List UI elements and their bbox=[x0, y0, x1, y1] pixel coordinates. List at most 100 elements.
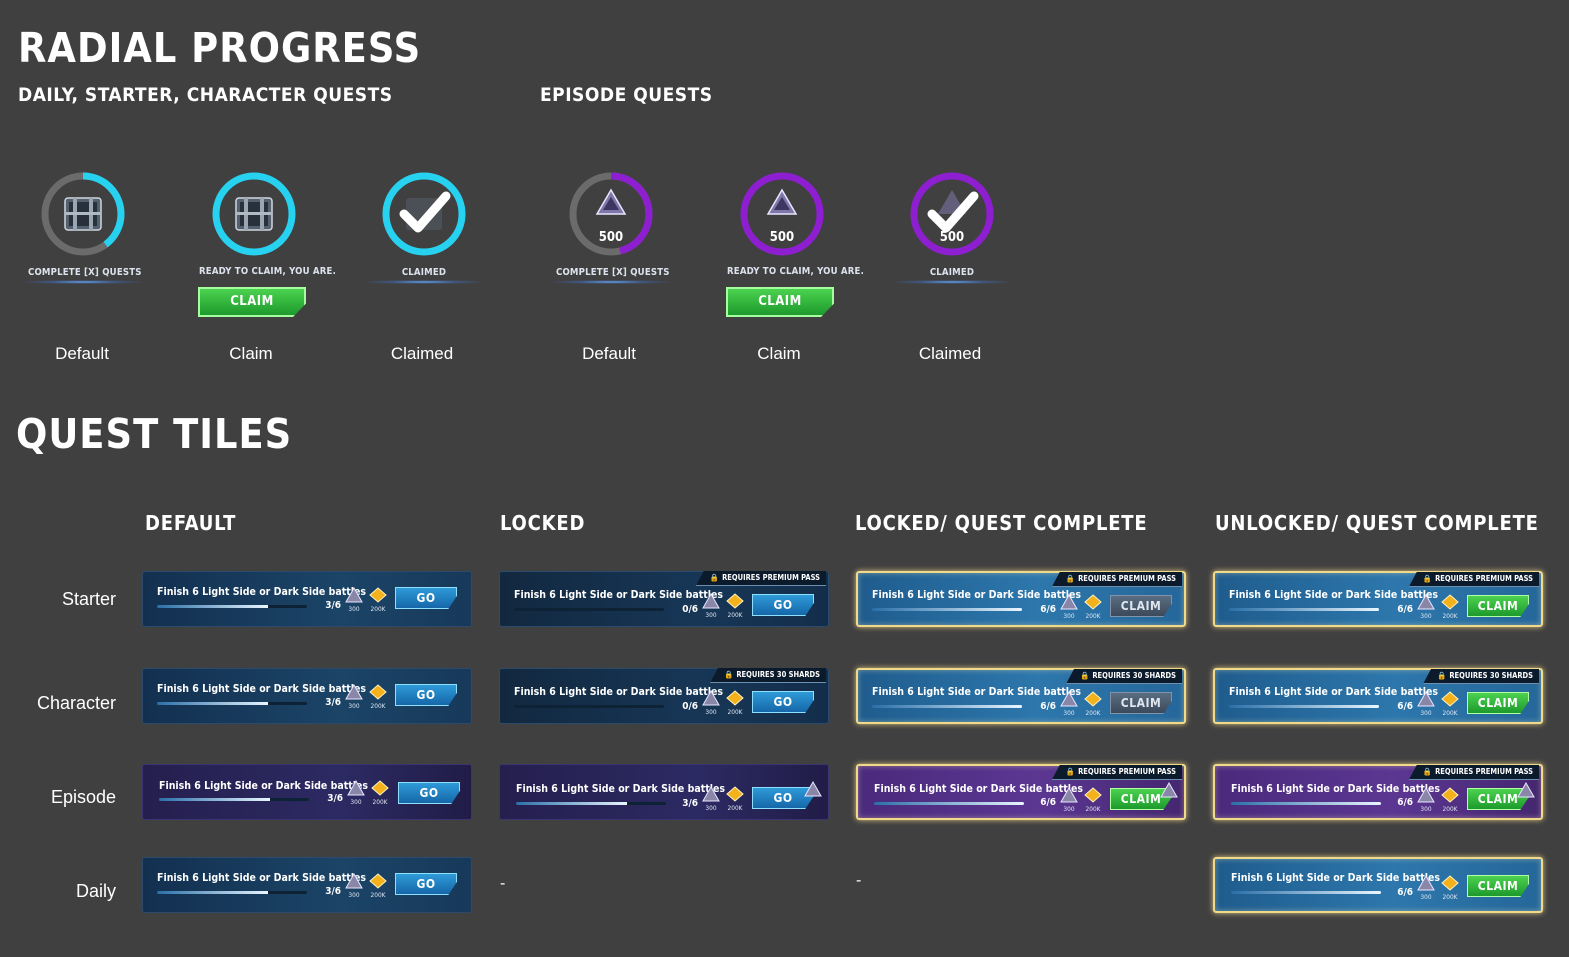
go-button[interactable]: GO bbox=[752, 594, 814, 616]
radial-left-subtitle: DAILY, STARTER, CHARACTER QUESTS bbox=[18, 84, 393, 106]
lock-icon: 🔒 bbox=[723, 670, 734, 679]
lock-icon: 🔒 bbox=[1422, 767, 1433, 776]
quest-text: Finish 6 Light Side or Dark Side battles bbox=[1231, 783, 1441, 795]
triangle-shard-icon bbox=[1060, 786, 1078, 803]
quest-text: Finish 6 Light Side or Dark Side battles bbox=[514, 589, 724, 601]
progress-bar bbox=[1229, 705, 1379, 708]
progress-count: 3/6 bbox=[325, 697, 341, 708]
column-header-unlocked-complete: UNLOCKED/ QUEST COMPLETE bbox=[1215, 511, 1539, 535]
lock-icon: 🔒 bbox=[1422, 574, 1433, 583]
loot-crate-icon bbox=[64, 197, 102, 231]
column-header-locked: LOCKED bbox=[500, 511, 586, 535]
quest-text: Finish 6 Light Side or Dark Side battles bbox=[157, 586, 367, 598]
shard-reward: 300 bbox=[1060, 786, 1078, 817]
credit-icon bbox=[369, 684, 387, 700]
claim-button[interactable]: CLAIM bbox=[1467, 875, 1529, 897]
triangle-shard-icon bbox=[347, 779, 365, 796]
requires-premium-tab: 🔒 REQUIRES PREMIUM PASS bbox=[695, 571, 826, 586]
radial-default-purple: 500 COMPLETE [X] QUESTS bbox=[551, 170, 671, 300]
credit-icon bbox=[1441, 787, 1459, 803]
triangle-shard-icon bbox=[702, 689, 720, 706]
triangle-shard-icon bbox=[345, 586, 363, 603]
go-button[interactable]: GO bbox=[395, 587, 457, 609]
credit-reward: 200K bbox=[726, 786, 744, 816]
triangle-shard-icon bbox=[1517, 782, 1535, 798]
progress-bar bbox=[157, 891, 307, 894]
quest-tile-episode-unlocked-complete[interactable]: 🔒 REQUIRES PREMIUM PASS Finish 6 Light Si… bbox=[1213, 764, 1543, 820]
progress-count: 6/6 bbox=[1040, 604, 1056, 615]
shard-reward: 300 bbox=[1417, 786, 1435, 817]
loot-crate-icon bbox=[235, 197, 273, 231]
quest-tile-starter-unlocked-complete[interactable]: 🔒 REQUIRES PREMIUM PASS Finish 6 Light Si… bbox=[1213, 571, 1543, 627]
quest-tile-starter-locked[interactable]: 🔒 REQUIRES PREMIUM PASS Finish 6 Light Si… bbox=[499, 571, 829, 627]
credit-reward: 200K bbox=[1441, 691, 1459, 721]
requires-premium-tab: 🔒 REQUIRES PREMIUM PASS bbox=[1408, 572, 1539, 587]
requires-shards-tab: 🔒 REQUIRES 30 SHARDS bbox=[1065, 669, 1182, 684]
progress-bar bbox=[1229, 608, 1379, 611]
claim-button[interactable]: CLAIM bbox=[726, 287, 834, 317]
progress-count: 6/6 bbox=[1397, 887, 1413, 898]
progress-ring bbox=[212, 172, 296, 256]
claim-button-disabled[interactable]: CLAIM bbox=[1110, 692, 1172, 714]
radial-caption: Claim bbox=[757, 344, 801, 363]
quest-text: Finish 6 Light Side or Dark Side battles bbox=[157, 683, 367, 695]
credit-reward: 200K bbox=[1084, 787, 1102, 817]
credit-icon bbox=[726, 786, 744, 802]
quest-text: Finish 6 Light Side or Dark Side battles bbox=[157, 872, 367, 884]
go-button[interactable]: GO bbox=[752, 691, 814, 713]
credit-reward: 200K bbox=[371, 780, 389, 810]
quest-tile-starter-default[interactable]: Finish 6 Light Side or Dark Side battles… bbox=[142, 571, 472, 627]
radial-right-subtitle: EPISODE QUESTS bbox=[540, 84, 713, 106]
quest-tile-character-default[interactable]: Finish 6 Light Side or Dark Side battles… bbox=[142, 668, 472, 724]
claim-button[interactable]: CLAIM bbox=[198, 287, 306, 317]
credit-reward: 200K bbox=[1441, 594, 1459, 624]
radial-caption: Claimed bbox=[390, 344, 454, 363]
triangle-shard-icon bbox=[1160, 782, 1178, 798]
go-button[interactable]: GO bbox=[395, 873, 457, 895]
progress-count: 6/6 bbox=[1397, 604, 1413, 615]
progress-ring bbox=[41, 172, 125, 256]
quest-tile-starter-locked-complete[interactable]: 🔒 REQUIRES PREMIUM PASS Finish 6 Light Si… bbox=[856, 571, 1186, 627]
progress-count: 6/6 bbox=[1040, 701, 1056, 712]
progress-bar bbox=[1231, 802, 1381, 805]
quest-tile-episode-locked[interactable]: Finish 6 Light Side or Dark Side battles… bbox=[499, 764, 829, 820]
progress-count: 0/6 bbox=[682, 701, 698, 712]
radial-label: CLAIMED bbox=[929, 267, 975, 278]
quest-tile-daily-default[interactable]: Finish 6 Light Side or Dark Side battles… bbox=[142, 857, 472, 913]
credit-icon bbox=[1441, 594, 1459, 610]
triangle-shard-icon bbox=[345, 872, 363, 889]
go-button[interactable]: GO bbox=[398, 782, 460, 804]
credit-reward: 200K bbox=[1084, 691, 1102, 721]
triangle-shard-icon bbox=[702, 785, 720, 802]
radial-label: READY TO CLAIM, YOU ARE. bbox=[199, 266, 337, 277]
triangle-shard-icon bbox=[345, 683, 363, 700]
progress-count: 3/6 bbox=[325, 600, 341, 611]
triangle-shard-icon bbox=[1417, 786, 1435, 803]
credit-reward: 200K bbox=[1441, 787, 1459, 817]
shard-reward: 300 bbox=[345, 586, 363, 617]
quest-text: Finish 6 Light Side or Dark Side battles bbox=[1231, 872, 1441, 884]
go-button[interactable]: GO bbox=[395, 684, 457, 706]
triangle-shard-icon bbox=[1417, 874, 1435, 891]
progress-bar bbox=[1231, 891, 1381, 894]
triangle-shard-icon bbox=[804, 781, 822, 797]
claim-button-disabled[interactable]: CLAIM bbox=[1110, 595, 1172, 617]
quest-tile-character-locked-complete[interactable]: 🔒 REQUIRES 30 SHARDS Finish 6 Light Side … bbox=[856, 668, 1186, 724]
radial-progress-title: RADIAL PROGRESS bbox=[18, 24, 422, 72]
quest-tile-episode-locked-complete[interactable]: 🔒 REQUIRES PREMIUM PASS Finish 6 Light Si… bbox=[856, 764, 1186, 820]
quest-tile-character-unlocked-complete[interactable]: 🔒 REQUIRES 30 SHARDS Finish 6 Light Side … bbox=[1213, 668, 1543, 724]
quest-tile-episode-default[interactable]: Finish 6 Light Side or Dark Side battles… bbox=[142, 764, 472, 820]
claim-button[interactable]: CLAIM bbox=[1467, 595, 1529, 617]
quest-tile-daily-unlocked-complete[interactable]: Finish 6 Light Side or Dark Side battles… bbox=[1213, 857, 1543, 913]
glow-divider bbox=[551, 280, 671, 284]
lock-icon: 🔒 bbox=[1079, 671, 1090, 680]
quest-tile-character-locked[interactable]: 🔒 REQUIRES 30 SHARDS Finish 6 Light Side … bbox=[499, 668, 829, 724]
radial-claim-purple: 500 READY TO CLAIM, YOU ARE. CLAIM bbox=[726, 170, 864, 317]
progress-ring bbox=[382, 172, 466, 256]
shard-reward: 300 bbox=[347, 779, 365, 810]
credit-icon bbox=[1441, 875, 1459, 891]
triangle-shard-icon bbox=[1060, 690, 1078, 707]
glow-divider bbox=[364, 280, 484, 284]
claim-button[interactable]: CLAIM bbox=[1467, 692, 1529, 714]
shard-reward: 300 bbox=[345, 872, 363, 903]
